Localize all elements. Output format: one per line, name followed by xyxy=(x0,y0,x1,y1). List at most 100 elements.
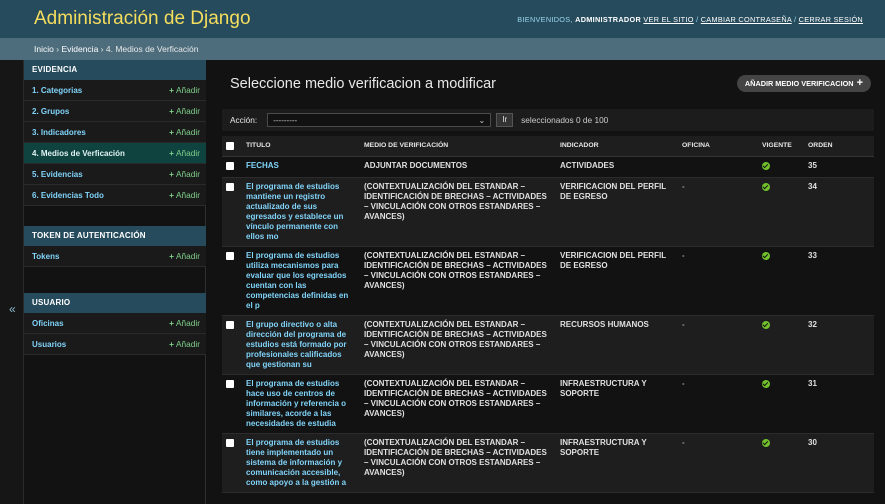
add-link[interactable]: + Añadir xyxy=(169,106,200,116)
row-title-link[interactable]: El programa de estudios hace uso de cent… xyxy=(246,379,346,428)
sidebar-item-medios-de-verificacion: 4. Medios de Verficación + Añadir xyxy=(24,143,206,164)
user-tools: BIENVENIDOS, ADMINISTRADOR VER EL SITIO … xyxy=(517,14,863,24)
plus-icon: + xyxy=(856,77,863,89)
sidebar-link[interactable]: 2. Grupos xyxy=(32,107,69,116)
row-medio: (CONTEXTUALIZACIÓN DEL ESTANDAR – IDENTI… xyxy=(360,177,556,247)
row-title-link[interactable]: FECHAS xyxy=(246,161,279,170)
nav-sidebar: EVIDENCIA 1. Categorias + Añadir 2. Grupo… xyxy=(24,60,206,504)
header: Administración de Django BIENVENIDOS, AD… xyxy=(0,0,885,38)
row-checkbox[interactable] xyxy=(226,379,234,388)
module-caption-usuario[interactable]: USUARIO xyxy=(24,293,206,313)
row-indicador: VERIFICACION DEL PERFIL DE EGRESO xyxy=(556,177,678,247)
select-all-checkbox-cell[interactable] xyxy=(222,136,242,157)
sidebar-link[interactable]: 6. Evidencias Todo xyxy=(32,191,104,200)
row-indicador: INFRAESTRUCTURA Y SOPORTE xyxy=(556,433,678,493)
view-site-link[interactable]: VER EL SITIO xyxy=(643,15,693,24)
go-button[interactable]: Ir xyxy=(496,113,514,127)
change-password-link[interactable]: CAMBIAR CONTRASEÑA xyxy=(701,15,792,24)
row-indicador: ACTIVIDADES xyxy=(556,156,678,178)
plus-icon: + xyxy=(169,148,175,158)
module-gap xyxy=(24,206,205,226)
row-orden: 33 xyxy=(804,246,874,316)
sidebar-link[interactable]: 4. Medios de Verficación xyxy=(32,149,125,158)
sidebar-item-oficinas: Oficinas + Añadir xyxy=(24,313,206,334)
module-gap xyxy=(24,267,205,293)
breadcrumb-home[interactable]: Inicio xyxy=(34,44,54,54)
select-all-checkbox[interactable] xyxy=(226,141,234,150)
sidebar-item-tokens: Tokens + Añadir xyxy=(24,246,206,267)
row-medio: ADJUNTAR DOCUMENTOS xyxy=(360,156,556,178)
module-caption-token[interactable]: TOKEN DE AUTENTICACIÓN xyxy=(24,226,206,246)
table-row: El programa de estudios hace uso de cent… xyxy=(222,374,874,434)
add-link[interactable]: + Añadir xyxy=(169,251,200,261)
sidebar-item-indicadores: 3. Indicadores + Añadir xyxy=(24,122,206,143)
column-header-oficina[interactable]: OFICINA xyxy=(678,136,758,157)
sidebar-link[interactable]: Tokens xyxy=(32,252,59,261)
chevron-down-icon: ⌄ xyxy=(478,115,486,125)
sidebar-item-evidencias-todo: 6. Evidencias Todo + Añadir xyxy=(24,185,206,206)
row-oficina xyxy=(678,156,758,178)
plus-icon: + xyxy=(169,106,175,116)
row-title-link[interactable]: El programa de estudios mantiene un regi… xyxy=(246,182,343,241)
add-link[interactable]: + Añadir xyxy=(169,318,200,328)
row-oficina: - xyxy=(678,374,758,434)
toggle-nav-sidebar[interactable]: « xyxy=(0,60,24,504)
add-link[interactable]: + Añadir xyxy=(169,85,200,95)
module-caption-evidencia[interactable]: EVIDENCIA xyxy=(24,60,206,80)
row-oficina: - xyxy=(678,246,758,316)
row-title-link[interactable]: El programa de estudios tiene implementa… xyxy=(246,438,346,487)
collapse-sidebar-icon[interactable]: « xyxy=(9,302,16,316)
row-indicador: VERIFICACION DEL PERFIL DE EGRESO xyxy=(556,246,678,316)
column-header-orden[interactable]: ORDEN xyxy=(804,136,874,157)
action-select[interactable]: --------- ⌄ xyxy=(267,113,492,127)
plus-icon: + xyxy=(169,339,175,349)
sidebar-link[interactable]: 3. Indicadores xyxy=(32,128,86,137)
logout-link[interactable]: CERRAR SESIÓN xyxy=(799,15,863,24)
main-content: Seleccione medio verificacion a modifica… xyxy=(206,60,885,504)
plus-icon: + xyxy=(169,251,175,261)
sidebar-link[interactable]: Oficinas xyxy=(32,319,64,328)
site-branding[interactable]: Administración de Django xyxy=(34,8,251,30)
welcome-text: BIENVENIDOS, xyxy=(517,14,573,24)
check-circle-icon xyxy=(762,161,770,170)
page-title: Seleccione medio verificacion a modifica… xyxy=(230,76,496,92)
column-header-titulo[interactable]: TITULO xyxy=(242,136,360,157)
breadcrumb-current: 4. Medios de Verficación xyxy=(105,44,199,54)
row-checkbox[interactable] xyxy=(226,251,234,260)
check-circle-icon xyxy=(762,438,770,447)
column-header-indicador[interactable]: INDICADOR xyxy=(556,136,678,157)
breadcrumb-app[interactable]: Evidencia xyxy=(61,44,98,54)
column-header-vigente[interactable]: VIGENTE xyxy=(758,136,804,157)
add-medio-verificacion-button[interactable]: AÑADIR MEDIO VERIFICACION + xyxy=(736,75,871,92)
row-orden: 30 xyxy=(804,433,874,493)
check-circle-icon xyxy=(762,251,770,260)
add-link[interactable]: + Añadir xyxy=(169,339,200,349)
plus-icon: + xyxy=(169,85,175,95)
check-circle-icon xyxy=(762,182,770,191)
row-checkbox[interactable] xyxy=(226,438,234,447)
row-oficina: - xyxy=(678,177,758,247)
row-checkbox[interactable] xyxy=(226,182,234,191)
table-row: El grupo directivo o alta dirección del … xyxy=(222,315,874,375)
actions-bar: Acción: --------- ⌄ Ir seleccionados 0 d… xyxy=(222,109,874,131)
sidebar-item-usuarios: Usuarios + Añadir xyxy=(24,334,206,355)
add-link[interactable]: + Añadir xyxy=(169,127,200,137)
add-link[interactable]: + Añadir xyxy=(169,190,200,200)
sidebar-item-grupos: 2. Grupos + Añadir xyxy=(24,101,206,122)
breadcrumb: Inicio › Evidencia › 4. Medios de Verfic… xyxy=(0,38,885,60)
add-link[interactable]: + Añadir xyxy=(169,148,200,158)
column-header-medio[interactable]: MEDIO DE VERIFICACIÓN xyxy=(360,136,556,157)
add-link[interactable]: + Añadir xyxy=(169,169,200,179)
sidebar-item-categorias: 1. Categorias + Añadir xyxy=(24,80,206,101)
check-circle-icon xyxy=(762,320,770,329)
sidebar-link[interactable]: 5. Evidencias xyxy=(32,170,83,179)
sidebar-link[interactable]: Usuarios xyxy=(32,340,66,349)
row-indicador: RECURSOS HUMANOS xyxy=(556,315,678,375)
module-evidencia: EVIDENCIA 1. Categorias + Añadir 2. Grupo… xyxy=(24,60,206,206)
plus-icon: + xyxy=(169,318,175,328)
sidebar-link[interactable]: 1. Categorias xyxy=(32,86,82,95)
row-checkbox[interactable] xyxy=(226,161,234,170)
row-title-link[interactable]: El programa de estudios utiliza mecanism… xyxy=(246,251,348,310)
row-checkbox[interactable] xyxy=(226,320,234,329)
row-title-link[interactable]: El grupo directivo o alta dirección del … xyxy=(246,320,346,369)
